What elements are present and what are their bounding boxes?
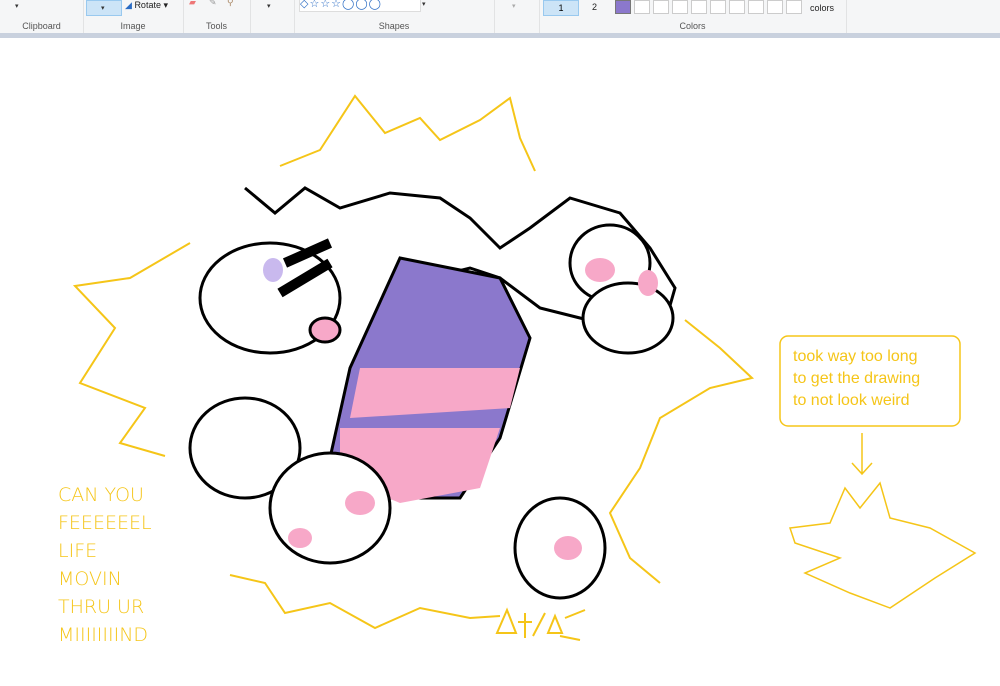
swatch[interactable] <box>653 0 669 14</box>
color-picker-icon[interactable]: ✎ <box>209 0 217 8</box>
eraser-icon[interactable]: ▰ <box>189 0 196 8</box>
clipboard-group: ▾ Clipboard <box>0 0 84 33</box>
arrow-icon <box>851 433 873 476</box>
color2-button[interactable]: 2 <box>592 2 597 12</box>
image-group: ▾ ◢ Rotate ▾ Image <box>83 0 184 33</box>
edit-colors-button[interactable]: colors <box>810 3 834 13</box>
note-line: took way too long <box>793 348 918 365</box>
size-group: ▾ <box>494 0 540 33</box>
select-button[interactable]: ▾ <box>86 0 122 16</box>
caption-line: LIFE <box>58 540 98 562</box>
swatch[interactable] <box>748 0 764 14</box>
note-line: to not look weird <box>793 392 910 409</box>
rotate-icon: ◢ <box>125 0 132 10</box>
clipboard-label: Clipboard <box>22 21 61 31</box>
swatch[interactable] <box>691 0 707 14</box>
magnifier-icon[interactable]: ⚲ <box>227 0 234 8</box>
doodle-face <box>788 481 977 609</box>
left-caption: CAN YOU FEEEEEEL LIFE MOVIN THRU UR MIII… <box>58 481 152 649</box>
brushes-group: ▾ <box>250 0 295 33</box>
swatch[interactable] <box>672 0 688 14</box>
tools-label: Tools <box>205 21 227 31</box>
swatch[interactable] <box>729 0 745 14</box>
rotate-button[interactable]: ◢ Rotate ▾ <box>125 0 168 11</box>
swatch[interactable] <box>710 0 726 14</box>
caption-line: MIIIIIIIIND <box>58 624 149 646</box>
character <box>188 186 677 600</box>
shapes-more[interactable]: ▾ <box>422 0 426 8</box>
shapes-gallery[interactable]: ◇☆☆☆◯◯◯ <box>299 0 421 12</box>
drawing-canvas[interactable]: CAN YOU FEEEEEEL LIFE MOVIN THRU UR MIII… <box>0 38 1000 681</box>
swatch[interactable] <box>786 0 802 14</box>
ribbon: ▾ Clipboard ▾ ◢ Rotate ▾ Image ▰ ✎ ⚲ Too… <box>0 0 1000 34</box>
signature <box>495 607 586 641</box>
shapes-label: Shapes <box>378 21 410 31</box>
caption-line: CAN YOU <box>58 484 144 506</box>
swatch-purple[interactable] <box>615 0 631 14</box>
caption-line: THRU UR <box>58 596 145 618</box>
shapes-group: ◇☆☆☆◯◯◯ ▾ Shapes <box>294 0 495 33</box>
tools-group: ▰ ✎ ⚲ Tools <box>183 0 251 33</box>
paste-dropdown[interactable]: ▾ <box>15 2 19 10</box>
note-text: took way too long to get the drawing to … <box>793 346 920 412</box>
caption-line: FEEEEEEL <box>58 512 152 534</box>
brushes-dropdown[interactable]: ▾ <box>267 2 271 10</box>
swatch[interactable] <box>634 0 650 14</box>
note-line: to get the drawing <box>793 370 921 387</box>
rotate-label: Rotate <box>134 0 161 10</box>
swatch[interactable] <box>767 0 783 14</box>
color1-button[interactable]: 1 <box>543 0 579 16</box>
size-dropdown[interactable]: ▾ <box>512 2 516 10</box>
colors-label: Colors <box>679 21 706 31</box>
colors-group: 1 2 colors Colors <box>539 0 847 33</box>
image-label: Image <box>120 21 146 31</box>
caption-line: MOVIN <box>58 568 122 590</box>
color1-label: 1 <box>558 3 564 13</box>
